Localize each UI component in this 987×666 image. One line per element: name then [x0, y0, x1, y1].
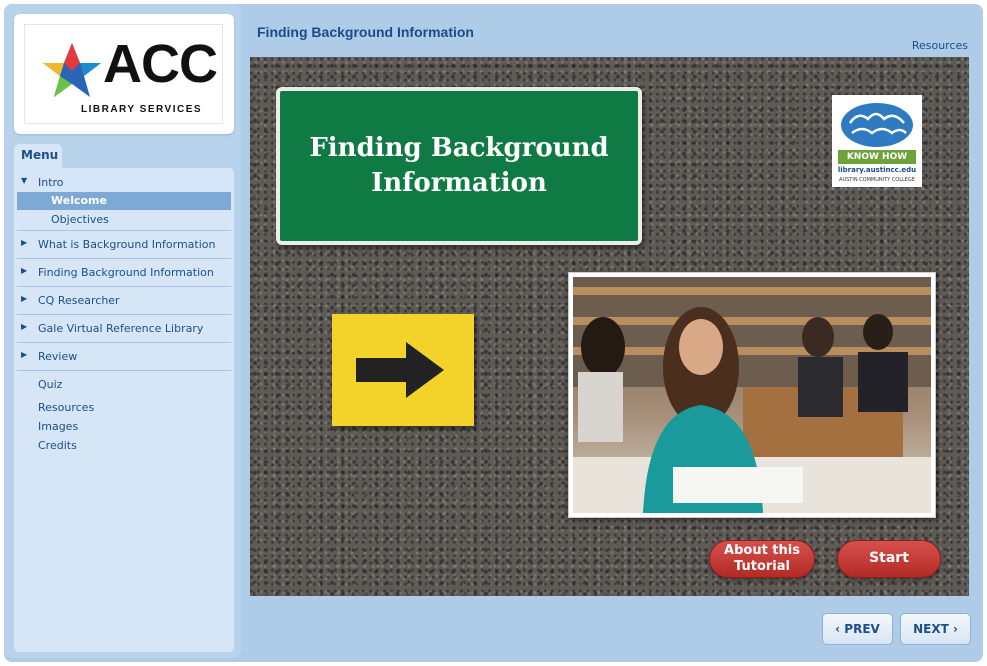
menu-item-label: Quiz: [38, 378, 63, 391]
menu-divider: [17, 314, 231, 315]
badge-url: library.austincc.edu: [837, 166, 917, 174]
menu-item-label: Intro: [38, 176, 64, 189]
badge-org: AUSTIN COMMUNITY COLLEGE: [839, 177, 915, 183]
menu-item-label: Welcome: [51, 194, 107, 207]
chevron-right-icon: ▶: [21, 238, 28, 247]
menu-item-label: Objectives: [51, 213, 109, 226]
photo-illustration: [573, 277, 931, 513]
resources-link[interactable]: Resources: [912, 39, 968, 52]
prev-button[interactable]: ‹ PREV: [822, 613, 893, 645]
chevron-down-icon: ▼: [21, 176, 28, 185]
library-photo: [573, 277, 931, 513]
menu-panel: ▼ Intro Welcome Objectives ▶ What is Bac…: [14, 168, 234, 652]
chevron-right-icon: ▶: [21, 322, 28, 331]
chevron-right-icon: ▶: [21, 266, 28, 275]
arrow-right-icon: [356, 342, 444, 398]
logo-text: ACC: [103, 34, 218, 94]
menu-divider: [17, 286, 231, 287]
menu-item-welcome[interactable]: Welcome: [17, 192, 231, 210]
logo-card: ACC LIBRARY SERVICES: [14, 14, 234, 134]
menu-divider: [17, 230, 231, 231]
menu-item-label: Images: [38, 420, 79, 433]
arrow-sign: [332, 314, 474, 426]
menu-item-label: What is Background Information: [38, 238, 216, 251]
student-photo: [568, 272, 936, 518]
menu-item-label: Resources: [38, 401, 95, 414]
menu-divider: [17, 370, 231, 371]
menu-tab[interactable]: Menu: [14, 144, 62, 168]
menu-item-label: Credits: [38, 439, 77, 452]
page-title: Finding Background Information: [257, 24, 474, 40]
chevron-right-icon: ▶: [21, 350, 28, 359]
acc-logo: ACC LIBRARY SERVICES: [24, 24, 223, 124]
chevron-right-icon: ▶: [21, 294, 28, 303]
badge-title: KNOW HOW: [838, 150, 916, 164]
menu-item-label: Review: [38, 350, 78, 363]
menu-item-label: Gale Virtual Reference Library: [38, 322, 204, 335]
start-button[interactable]: Start: [837, 540, 941, 578]
next-button[interactable]: NEXT ›: [900, 613, 971, 645]
title-sign: Finding Background Information: [276, 87, 642, 245]
about-tutorial-button[interactable]: About this Tutorial: [709, 540, 815, 578]
slide-stage: Finding Background Information KNOW HOW …: [250, 57, 969, 596]
brain-icon: [841, 103, 913, 147]
sidebar: ACC LIBRARY SERVICES Menu ▼ Intro Welcom…: [4, 4, 241, 658]
menu-item-label: Finding Background Information: [38, 266, 214, 279]
logo-subtitle: LIBRARY SERVICES: [81, 104, 203, 115]
star-logo-icon: [43, 43, 101, 97]
menu-item-label: CQ Researcher: [38, 294, 120, 307]
know-how-badge: KNOW HOW library.austincc.edu AUSTIN COM…: [832, 95, 922, 187]
menu-divider: [17, 342, 231, 343]
menu-divider: [17, 258, 231, 259]
